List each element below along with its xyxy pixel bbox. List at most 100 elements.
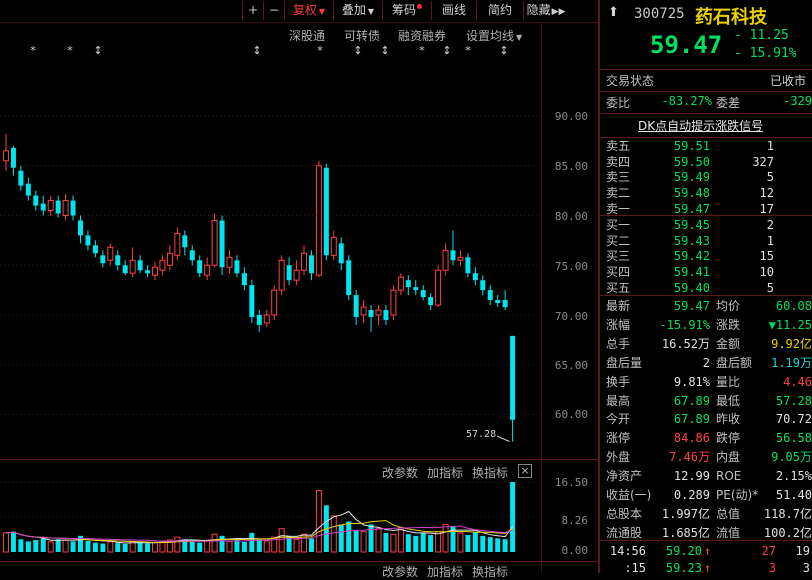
candle-body[interactable] xyxy=(487,290,493,301)
volume-bar[interactable] xyxy=(278,528,285,553)
candle-body[interactable] xyxy=(346,260,352,296)
candle-body[interactable] xyxy=(10,147,16,168)
volume-bar[interactable] xyxy=(338,524,344,552)
volume-bar[interactable] xyxy=(122,543,128,552)
volume-bar[interactable] xyxy=(457,532,464,553)
candle-body[interactable] xyxy=(249,285,255,317)
candle-body[interactable] xyxy=(115,255,121,266)
volume-bar[interactable] xyxy=(346,521,352,552)
volume-bar[interactable] xyxy=(204,540,211,553)
candle-body[interactable] xyxy=(197,260,203,274)
candle-body[interactable] xyxy=(3,150,9,162)
volume-bar[interactable] xyxy=(397,526,404,553)
volume-bar[interactable] xyxy=(3,532,9,553)
candle-body[interactable] xyxy=(100,255,106,264)
candle-body[interactable] xyxy=(107,246,114,261)
candle-body[interactable] xyxy=(390,289,397,316)
candle-body[interactable] xyxy=(211,219,218,266)
volume-bar[interactable] xyxy=(85,540,91,552)
candle-body[interactable] xyxy=(308,255,314,274)
volume-bar[interactable] xyxy=(487,537,493,552)
volume-bar[interactable] xyxy=(219,535,225,552)
candle-body[interactable] xyxy=(47,200,54,212)
event-marker-icon[interactable]: ↕ xyxy=(442,44,451,57)
volume-bar[interactable] xyxy=(480,535,486,552)
candle-body[interactable] xyxy=(510,335,516,420)
nav-up-icon[interactable]: ⬆ xyxy=(608,5,619,20)
volume-bar[interactable] xyxy=(308,538,314,552)
volume-bar[interactable] xyxy=(47,541,54,553)
volume-bar[interactable] xyxy=(510,482,516,552)
candle-body[interactable] xyxy=(152,266,158,276)
volume-bar[interactable] xyxy=(413,535,419,552)
candle-body[interactable] xyxy=(480,280,486,291)
candle-body[interactable] xyxy=(472,273,478,281)
volume-bar[interactable] xyxy=(435,531,442,553)
volume-bar[interactable] xyxy=(472,532,478,552)
volume-bar[interactable] xyxy=(465,535,471,552)
candle-body[interactable] xyxy=(226,256,233,268)
volume-bar[interactable] xyxy=(10,531,16,552)
candle-body[interactable] xyxy=(85,235,91,246)
volume-bar[interactable] xyxy=(442,523,449,553)
volume-bar[interactable] xyxy=(92,542,98,552)
candle-body[interactable] xyxy=(25,183,31,196)
dk-signal-link[interactable]: DK点自动提示涨跌信号 xyxy=(638,117,763,134)
event-marker-icon[interactable]: ↕ xyxy=(252,44,261,57)
volume-bar[interactable] xyxy=(115,543,121,552)
event-marker-icon[interactable]: * xyxy=(465,44,471,57)
tick-row[interactable]: :15 59.23 ↑ 3 3 xyxy=(600,559,812,577)
candle-body[interactable] xyxy=(330,236,337,256)
volume-bar[interactable] xyxy=(107,541,114,553)
candle-body[interactable] xyxy=(323,167,329,256)
event-marker-icon[interactable]: * xyxy=(419,44,425,57)
candle-body[interactable] xyxy=(278,259,285,291)
volume-bar[interactable] xyxy=(293,538,300,553)
volume-bar[interactable] xyxy=(353,530,359,552)
candle-body[interactable] xyxy=(465,257,471,274)
tick-row[interactable]: 14:56 59.20 ↑ 27 19 xyxy=(600,542,812,560)
candle-body[interactable] xyxy=(502,300,508,308)
candle-body[interactable] xyxy=(301,252,307,271)
candle-body[interactable] xyxy=(375,309,382,316)
bottom-params-button[interactable]: 改参数 xyxy=(382,563,418,580)
volume-bar[interactable] xyxy=(137,542,143,552)
candle-body[interactable] xyxy=(338,243,344,264)
candle-body[interactable] xyxy=(450,250,456,261)
bottom-add-indicator-button[interactable]: 加指标 xyxy=(427,563,463,580)
volume-bar[interactable] xyxy=(241,541,247,552)
volume-bar[interactable] xyxy=(18,539,24,552)
volume-bar[interactable] xyxy=(234,540,240,552)
candle-body[interactable] xyxy=(383,310,389,320)
candle-body[interactable] xyxy=(174,232,181,256)
candle-body[interactable] xyxy=(360,306,367,316)
volume-bar[interactable] xyxy=(368,524,374,552)
candle-body[interactable] xyxy=(263,314,270,324)
candle-body[interactable] xyxy=(435,269,442,306)
volume-bar[interactable] xyxy=(211,533,218,553)
volume-bar[interactable] xyxy=(55,539,61,552)
volume-bar[interactable] xyxy=(33,540,39,552)
candle-body[interactable] xyxy=(40,203,46,211)
candle-body[interactable] xyxy=(495,300,501,304)
candle-body[interactable] xyxy=(78,220,83,236)
volume-bar[interactable] xyxy=(226,540,233,553)
volume-bar[interactable] xyxy=(420,532,426,552)
volume-bar[interactable] xyxy=(70,541,76,552)
candle-body[interactable] xyxy=(286,265,292,281)
candle-body[interactable] xyxy=(122,265,128,274)
volume-bar[interactable] xyxy=(405,534,411,552)
volume-chart[interactable] xyxy=(0,460,541,560)
volume-bar[interactable] xyxy=(249,532,255,552)
candle-body[interactable] xyxy=(315,165,322,276)
volume-bar[interactable] xyxy=(25,541,31,552)
event-marker-icon[interactable]: ↕ xyxy=(93,44,102,57)
volume-bar[interactable] xyxy=(40,538,46,552)
volume-bar[interactable] xyxy=(390,533,397,553)
candle-body[interactable] xyxy=(397,276,404,291)
candle-body[interactable] xyxy=(33,195,39,206)
event-marker-icon[interactable]: * xyxy=(30,44,36,57)
candle-body[interactable] xyxy=(420,290,426,298)
candle-body[interactable] xyxy=(219,220,225,268)
volume-bar[interactable] xyxy=(62,539,69,553)
